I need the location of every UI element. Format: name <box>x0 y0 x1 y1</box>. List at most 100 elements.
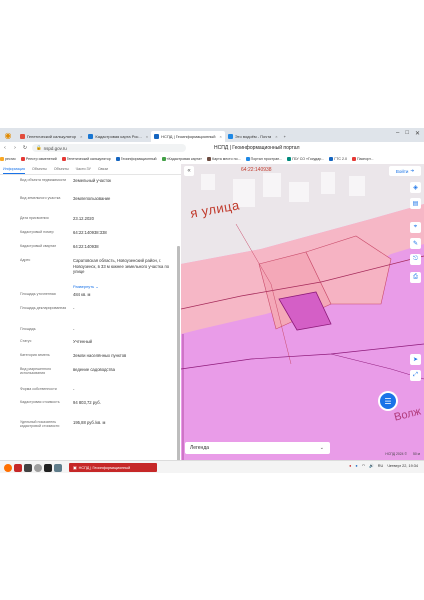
terminal-icon[interactable] <box>44 463 52 472</box>
locate-icon[interactable]: ➤ <box>410 354 421 365</box>
browser-icon[interactable] <box>34 463 42 472</box>
app-launcher-icon[interactable] <box>14 463 22 472</box>
tab-close-icon[interactable]: × <box>80 134 82 139</box>
bookmark-item[interactable]: ГТС 2.0 <box>329 157 347 161</box>
search-area-icon[interactable]: ⌖ <box>410 222 421 233</box>
bookmark-item[interactable]: Паспорт... <box>352 157 374 161</box>
chevron-down-icon: ⌄ <box>94 284 99 289</box>
keyboard-layout[interactable]: RU <box>378 464 383 468</box>
tray-app-icon[interactable]: ● <box>349 464 351 468</box>
minimize-icon[interactable]: – <box>396 130 399 137</box>
panel-tab[interactable]: Объекты <box>54 165 69 173</box>
panel-tab[interactable]: Части ЗУ <box>76 165 91 173</box>
map-footer: НСПД 2024 © 50 м <box>385 452 420 456</box>
share-icon[interactable]: ⎋ <box>410 254 421 265</box>
field-label: Адрес <box>20 258 31 262</box>
tab-close-icon[interactable]: × <box>146 134 148 139</box>
tab-label: НСПД | Геоинформационный <box>161 133 216 139</box>
building-shape <box>263 173 281 197</box>
bookmark-label: «Кадастровая карта» <box>166 157 203 161</box>
login-button[interactable]: Войти ➜ <box>389 166 421 176</box>
bookmark-item[interactable]: Портал простран... <box>245 157 282 161</box>
expand-link-label: Развернуть <box>73 284 95 289</box>
building-shape <box>321 172 335 194</box>
map-view[interactable]: 64:22:140938 я улица Волж « Войти ➜ ◈ ▤ … <box>181 164 424 460</box>
field-value: Землепользование <box>73 196 111 201</box>
tab-label: Это водоём - Почта <box>234 133 272 139</box>
field-value: Земли населённых пунктов <box>73 353 127 358</box>
print-icon[interactable]: ⎙ <box>410 272 421 283</box>
browser-tab[interactable]: Это водоём - Почта × <box>225 131 281 142</box>
back-icon[interactable]: ‹ <box>0 145 10 151</box>
chat-assistant-icon[interactable]: ☰ <box>380 393 396 409</box>
field-value: 23.12.2020 <box>73 216 94 221</box>
wifi-icon[interactable]: ◠ <box>362 463 365 468</box>
field-label: Удельный показатель кадастровой стоимост… <box>20 420 60 429</box>
files-icon[interactable] <box>24 463 32 472</box>
legend-panel[interactable]: Легенда ⌄ <box>185 442 330 454</box>
field-label: Площадь декларированная <box>20 306 67 310</box>
bookmark-item[interactable]: Карта место по... <box>207 157 241 161</box>
field-label: Кадастровый номер <box>20 230 54 234</box>
new-tab-icon[interactable]: + <box>281 131 289 142</box>
bookmark-item[interactable]: Реестр изменений <box>20 157 57 161</box>
taskbar-window-label: НСПД | Геоинформационный <box>78 465 131 470</box>
browser-tab[interactable]: Кадастровая карта Рос... × <box>85 131 151 142</box>
fullscreen-icon[interactable]: ⤢ <box>410 370 421 381</box>
url-field[interactable]: 🔒 nspd.gov.ru <box>32 144 186 152</box>
field-label: Вид разрешенного использования <box>20 367 52 376</box>
panel-tab[interactable]: Связи <box>98 165 108 173</box>
maximize-icon[interactable]: □ <box>405 130 409 137</box>
bookmark-item[interactable]: Геоинформационный <box>115 157 157 161</box>
volume-icon[interactable]: 🔊 <box>369 463 374 468</box>
bookmark-item[interactable]: ресгис <box>0 157 16 161</box>
tray-app-icon-2[interactable]: ● <box>355 464 357 468</box>
settings-icon[interactable] <box>54 463 62 472</box>
bookmark-item[interactable]: Генетический калькулятор <box>61 157 111 161</box>
panel-tab[interactable]: Информация <box>3 165 26 174</box>
ruler-icon[interactable]: ✎ <box>410 238 421 249</box>
tab-favicon-icon <box>20 133 25 139</box>
bookmark-favicon-icon <box>61 157 66 161</box>
tab-favicon-icon <box>227 133 233 139</box>
bookmark-item[interactable]: «Кадастровая карта» <box>161 157 203 161</box>
cadastral-quarter-label: 64:22:140938 <box>241 167 272 173</box>
layers-icon[interactable]: ◈ <box>410 182 421 193</box>
close-window-icon[interactable]: ✕ <box>415 130 420 137</box>
clock[interactable]: Четверг 22, 19:34 <box>387 464 418 468</box>
field-value: 94 803,72 руб. <box>73 400 101 405</box>
expand-address-link[interactable]: Развернуть ⌄ <box>73 284 99 289</box>
browser-tab[interactable]: Генетический калькулятор × <box>17 131 85 142</box>
panel-tab[interactable]: Объекты <box>32 165 47 173</box>
tab-close-icon[interactable]: × <box>275 134 277 139</box>
bookmark-label: Карта место по... <box>212 157 241 161</box>
bookmark-favicon-icon <box>20 157 25 161</box>
reload-icon[interactable]: ↻ <box>20 145 30 151</box>
forward-icon[interactable]: › <box>10 145 20 151</box>
bookmark-item[interactable]: ГБУ СО «Государ... <box>287 157 324 161</box>
legend-label: Легенда <box>190 445 210 451</box>
map-layers-icon[interactable]: ▤ <box>410 198 421 209</box>
scale-text: 50 м <box>412 452 420 456</box>
tab-close-icon[interactable]: × <box>220 134 222 139</box>
bookmark-label: ГБУ СО «Государ... <box>292 157 325 161</box>
field-value: 195,88 руб./кв. м <box>73 420 106 425</box>
bookmark-favicon-icon <box>161 157 166 161</box>
field-label: Площадь <box>20 327 36 331</box>
field-label: Кадастровая стоимость <box>20 400 60 404</box>
taskbar-active-window[interactable]: ▣ НСПД | Геоинформационный <box>69 463 157 472</box>
tab-favicon-icon <box>88 133 94 139</box>
panel-scrollbar[interactable] <box>177 246 180 460</box>
field-label: Кадастровый квартал <box>20 244 57 248</box>
browser-tab[interactable]: НСПД | Геоинформационный × <box>151 130 225 142</box>
collapse-panel-button[interactable]: « <box>184 166 194 176</box>
login-label: Войти <box>395 168 409 174</box>
double-chevron-left-icon: « <box>187 168 191 174</box>
start-menu-icon[interactable] <box>4 463 12 472</box>
bookmark-favicon-icon <box>329 157 334 161</box>
login-arrow-icon: ➜ <box>410 168 415 173</box>
building-shape <box>201 174 215 190</box>
field-value: Саратовская область, Новоузенский район,… <box>73 258 170 275</box>
bookmark-label: Паспорт... <box>357 157 374 161</box>
object-info-panel: Информация Объекты Объекты Части ЗУ Связи Ви… <box>0 164 182 460</box>
